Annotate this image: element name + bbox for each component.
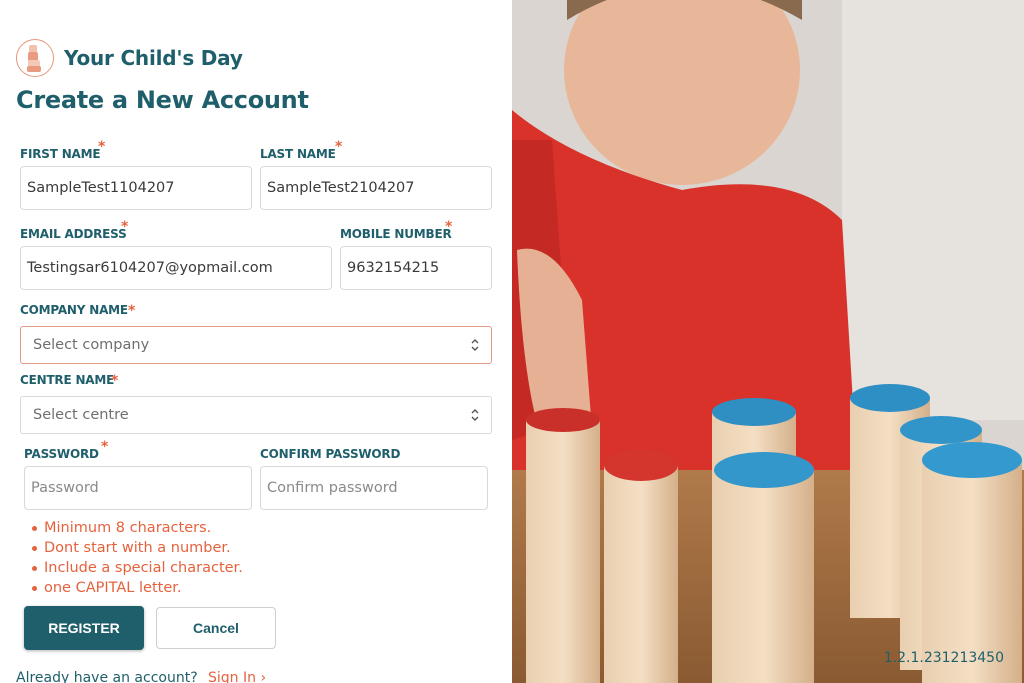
confirm-password-field[interactable]: Confirm password: [260, 466, 488, 510]
password-rule: Minimum 8 characters.: [30, 518, 243, 538]
chevron-up-down-icon: [471, 407, 479, 423]
email-label: EMAIL ADDRESS: [20, 227, 127, 241]
stacked-blocks-logo-icon: [16, 39, 54, 77]
last-name-label: LAST NAME: [260, 147, 336, 161]
child-playing-with-cylinders-image: [512, 0, 1024, 683]
required-marker: *: [101, 439, 109, 455]
required-marker: *: [445, 219, 453, 235]
version-number: 1.2.1.231213450: [883, 650, 1004, 666]
password-rule: one CAPITAL letter.: [30, 578, 243, 598]
centre-name-label: CENTRE NAME: [20, 373, 115, 387]
email-field[interactable]: Testingsar6104207@yopmail.com: [20, 246, 332, 290]
hero-image: 1.2.1.231213450: [512, 0, 1024, 683]
password-rules-list: Minimum 8 characters. Dont start with a …: [30, 518, 243, 598]
mobile-number-field[interactable]: 9632154215: [340, 246, 492, 290]
first-name-field[interactable]: SampleTest1104207: [20, 166, 252, 210]
mobile-number-label: MOBILE NUMBER: [340, 227, 452, 241]
password-label: PASSWORD: [24, 447, 99, 461]
brand-name: Your Child's Day: [64, 46, 243, 70]
centre-select-value: Select centre: [33, 407, 129, 423]
required-marker: *: [98, 139, 106, 155]
chevron-up-down-icon: [471, 337, 479, 353]
registration-panel: Your Child's Day Create a New Account FI…: [0, 0, 512, 683]
centre-select[interactable]: Select centre: [20, 396, 492, 434]
company-select-value: Select company: [33, 337, 150, 353]
password-rule: Include a special character.: [30, 558, 243, 578]
company-name-label: COMPANY NAME: [20, 303, 128, 317]
sign-in-link[interactable]: Sign In ›: [208, 670, 266, 683]
register-button[interactable]: REGISTER: [24, 606, 144, 650]
first-name-label: FIRST NAME: [20, 147, 101, 161]
page-title: Create a New Account: [16, 86, 309, 114]
already-have-account-text: Already have an account?: [16, 670, 198, 683]
required-marker: *: [121, 219, 129, 235]
required-marker: *: [111, 373, 119, 389]
company-select[interactable]: Select company: [20, 326, 492, 364]
required-marker: *: [335, 139, 343, 155]
cancel-button[interactable]: Cancel: [156, 607, 276, 649]
last-name-field[interactable]: SampleTest2104207: [260, 166, 492, 210]
required-marker: *: [128, 303, 136, 319]
password-field[interactable]: Password: [24, 466, 252, 510]
brand: Your Child's Day: [16, 39, 243, 77]
confirm-password-label: CONFIRM PASSWORD: [260, 447, 401, 461]
password-rule: Dont start with a number.: [30, 538, 243, 558]
